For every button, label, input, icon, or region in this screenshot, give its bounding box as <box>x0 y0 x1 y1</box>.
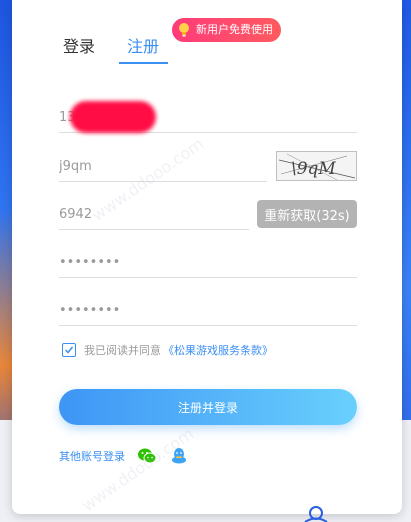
captcha-input[interactable] <box>59 152 267 182</box>
register-card: 登录 注册 新用户免费使用 \9qM 重新获取(32s) 我已阅读并同意 《松果… <box>12 0 402 516</box>
phone-redaction-mark <box>70 101 156 133</box>
checkmark-icon <box>64 346 74 354</box>
agreement-row: 我已阅读并同意 《松果游戏服务条款》 <box>62 342 273 358</box>
lightbulb-icon <box>179 23 189 37</box>
captcha-graphic: \9qM <box>278 153 356 180</box>
confirm-password-input[interactable] <box>59 296 357 326</box>
agreement-text: 我已阅读并同意 <box>84 344 161 357</box>
other-login-label: 其他账号登录 <box>59 450 125 463</box>
password-input[interactable] <box>59 248 357 278</box>
tab-register[interactable]: 注册 <box>127 36 159 58</box>
tab-active-indicator <box>119 62 168 64</box>
agreement-checkbox[interactable] <box>62 343 76 357</box>
captcha-image[interactable]: \9qM <box>276 151 357 181</box>
watermark: www.ddooo.com <box>78 423 198 516</box>
register-and-login-button[interactable]: 注册并登录 <box>59 389 357 425</box>
new-user-promo-badge: 新用户免费使用 <box>172 18 281 42</box>
qq-icon[interactable] <box>169 446 189 466</box>
sms-code-input[interactable] <box>59 200 249 230</box>
terms-link[interactable]: 《松果游戏服务条款》 <box>163 342 273 358</box>
promo-label: 新用户免费使用 <box>196 23 273 36</box>
captcha-text: \9qM <box>291 159 336 179</box>
tab-login[interactable]: 登录 <box>63 36 95 58</box>
wechat-icon[interactable] <box>137 446 157 466</box>
resend-sms-button[interactable]: 重新获取(32s) <box>257 200 357 228</box>
user-avatar-icon <box>304 506 328 522</box>
other-login-row: 其他账号登录 <box>59 446 201 466</box>
